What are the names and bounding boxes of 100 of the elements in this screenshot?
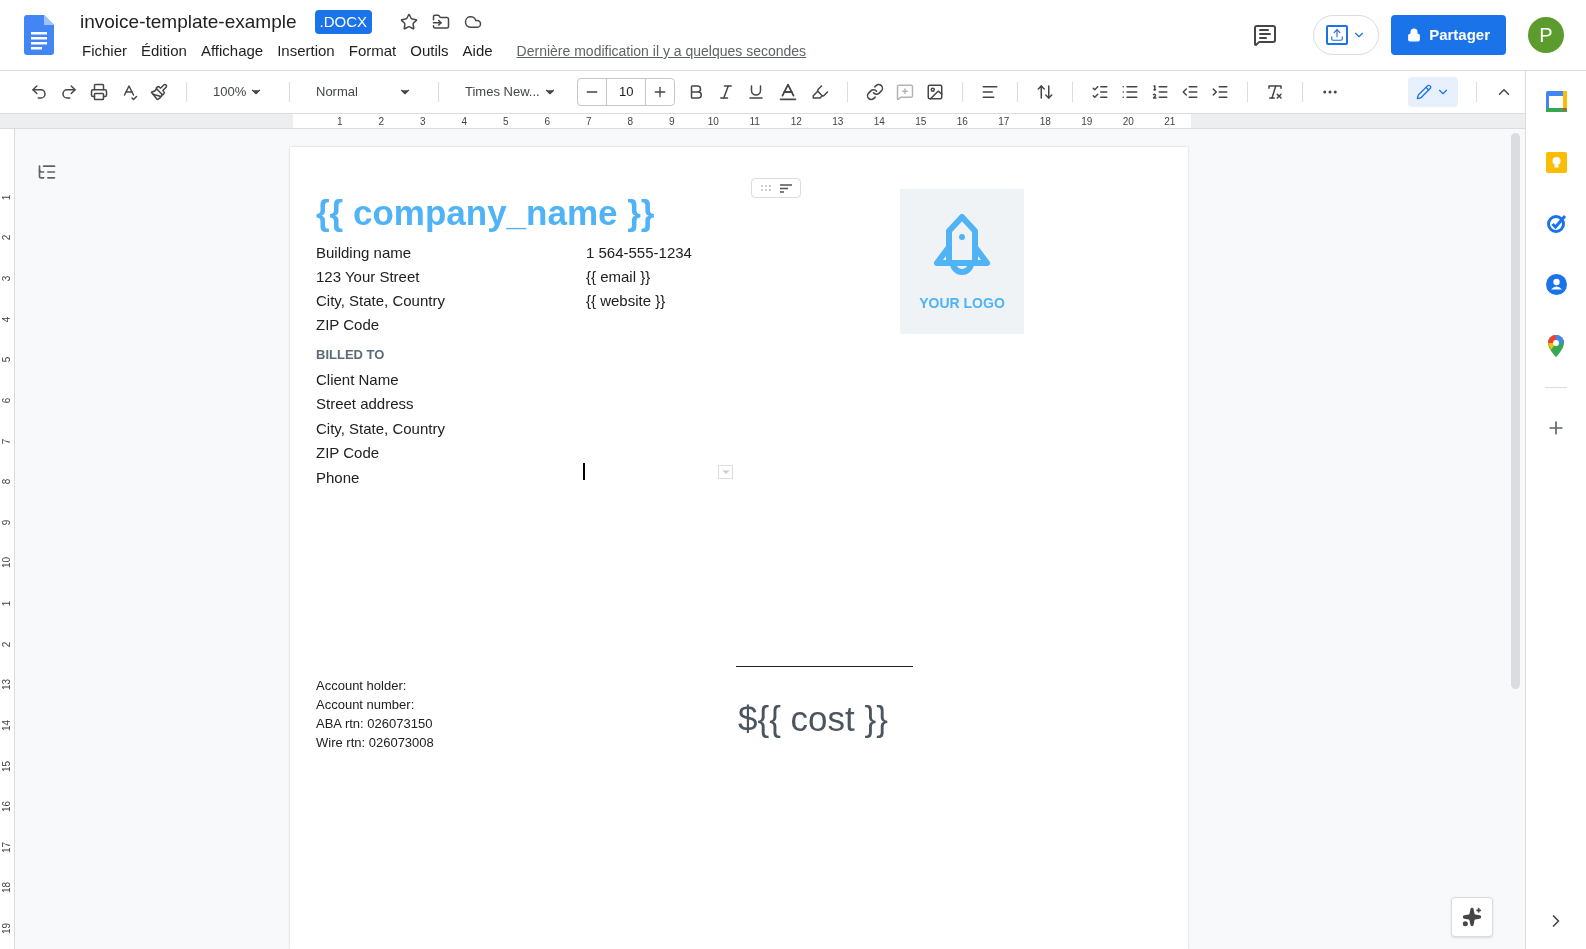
menu-item[interactable]: Aide	[458, 40, 497, 63]
document-title[interactable]: invoice-template-example	[78, 7, 299, 36]
line-spacing-icon[interactable]	[1036, 83, 1055, 101]
ruler-number: 8	[0, 477, 14, 487]
ruler-number: 11	[748, 114, 761, 129]
ruler-number: 20	[1121, 114, 1135, 129]
ruler-number: 14	[872, 114, 886, 129]
scrollbar[interactable]	[1510, 133, 1520, 689]
ruler-number: 13	[831, 114, 845, 129]
outline-icon[interactable]	[37, 162, 57, 182]
image-icon[interactable]	[926, 83, 945, 101]
account-line: Account number:	[316, 696, 415, 714]
numbered-list-icon[interactable]	[1151, 83, 1170, 101]
share-button[interactable]: Partager	[1391, 15, 1506, 55]
style-dropdown[interactable]: Normal	[308, 78, 420, 106]
ruler-number: 3	[418, 114, 427, 129]
link-icon[interactable]	[866, 83, 885, 101]
ruler-number: 2	[0, 640, 14, 649]
menu-item[interactable]: Insertion	[273, 40, 339, 63]
comments-icon[interactable]	[1253, 23, 1278, 47]
client-line: City, State, Country	[316, 418, 445, 439]
docs-logo-icon[interactable]	[24, 15, 54, 55]
account-line: Account holder:	[316, 677, 407, 695]
ruler-number: 17	[0, 840, 14, 855]
ruler-number: 19	[0, 922, 14, 937]
sort-icon[interactable]	[780, 183, 792, 193]
ruler-number: 12	[789, 114, 803, 129]
contact-line: {{ website }}	[586, 291, 667, 311]
billed-to-heading: BILLED TO	[316, 346, 386, 364]
ruler-number: 7	[0, 437, 14, 446]
undo-icon[interactable]	[30, 83, 48, 101]
ruler-number: 21	[1163, 114, 1177, 129]
menu-item[interactable]: Format	[344, 40, 401, 63]
contacts-icon[interactable]	[1545, 274, 1567, 295]
bullet-list-icon[interactable]	[1121, 83, 1140, 101]
drag-handle-icon[interactable]	[760, 185, 772, 191]
explore-button[interactable]	[1451, 897, 1493, 937]
paint-format-icon[interactable]	[150, 83, 168, 101]
font-dropdown[interactable]: Times New...	[457, 78, 565, 106]
checklist-icon[interactable]	[1091, 83, 1110, 101]
ruler-number: 3	[0, 274, 14, 284]
last-edit-link[interactable]: Dernière modification il y a quelques secondes	[516, 40, 807, 62]
account-line: Wire rtn: 026073008	[316, 734, 434, 752]
ruler-number: 1	[0, 599, 14, 609]
indent-increase-icon[interactable]	[1211, 83, 1230, 101]
ruler-number: 16	[955, 114, 969, 129]
menu-item[interactable]: Outils	[406, 40, 453, 63]
ruler-number: 19	[1080, 114, 1094, 129]
ruler-number: 15	[0, 759, 14, 774]
font-size-field[interactable]: 10	[606, 79, 647, 105]
address-line: Building name	[316, 243, 412, 263]
client-line: Phone	[316, 467, 360, 488]
client-line: Street address	[316, 394, 414, 414]
ruler-number: 2	[377, 114, 386, 129]
pencil-icon	[1416, 84, 1432, 100]
ruler-number: 5	[0, 356, 14, 365]
print-icon[interactable]	[90, 83, 108, 101]
cost-amount: ${{ cost }}	[738, 698, 889, 740]
highlight-icon[interactable]	[811, 83, 830, 101]
file-type-badge: .DOCX	[314, 9, 372, 34]
indent-decrease-icon[interactable]	[1181, 83, 1200, 101]
ruler-number: 14	[0, 718, 14, 733]
ruler-number: 13	[0, 678, 14, 693]
company-name: {{ company_name }}	[316, 192, 656, 234]
zoom-dropdown[interactable]: 100%	[205, 78, 271, 106]
menu-item[interactable]: Affichage	[196, 40, 268, 63]
ruler-number: 9	[0, 518, 14, 528]
client-line: ZIP Code	[316, 443, 380, 463]
tasks-icon[interactable]	[1545, 213, 1567, 234]
contact-line: 1 564-555-1234	[586, 243, 692, 263]
sparkle-icon	[1462, 907, 1482, 927]
ruler-number: 9	[667, 114, 676, 129]
account-line: ABA rtn: 026073150	[316, 715, 433, 733]
ruler-number: 10	[0, 556, 14, 571]
ruler-number: 4	[460, 114, 469, 129]
calendar-icon[interactable]	[1545, 91, 1567, 112]
ruler-number: 1	[0, 193, 14, 203]
underline-icon[interactable]	[747, 83, 766, 101]
lock-icon	[1407, 28, 1422, 42]
menu-item[interactable]: Fichier	[78, 40, 131, 63]
ruler-number: 5	[501, 114, 510, 129]
client-line: Client Name	[316, 369, 399, 390]
menu-item[interactable]: Édition	[137, 40, 191, 63]
ruler-number: 17	[997, 114, 1011, 129]
ruler-number: 10	[706, 114, 720, 129]
editing-mode-button[interactable]	[1408, 77, 1458, 107]
address-line: ZIP Code	[316, 315, 380, 335]
map-pin-icon[interactable]	[1548, 335, 1564, 357]
move-folder-icon[interactable]	[432, 12, 450, 31]
redo-icon[interactable]	[60, 83, 78, 101]
clear-formatting-icon[interactable]	[1266, 83, 1285, 101]
star-icon[interactable]	[400, 12, 418, 31]
ruler-number: 18	[1038, 114, 1052, 129]
ruler-number: 15	[914, 114, 928, 129]
ruler-number: 18	[0, 881, 14, 896]
contact-line: {{ email }}	[586, 267, 652, 287]
ruler-number: 2	[0, 234, 14, 243]
ruler-number: 1	[335, 114, 344, 129]
align-icon[interactable]	[981, 83, 1000, 101]
logo-text: YOUR LOGO	[919, 294, 1005, 313]
